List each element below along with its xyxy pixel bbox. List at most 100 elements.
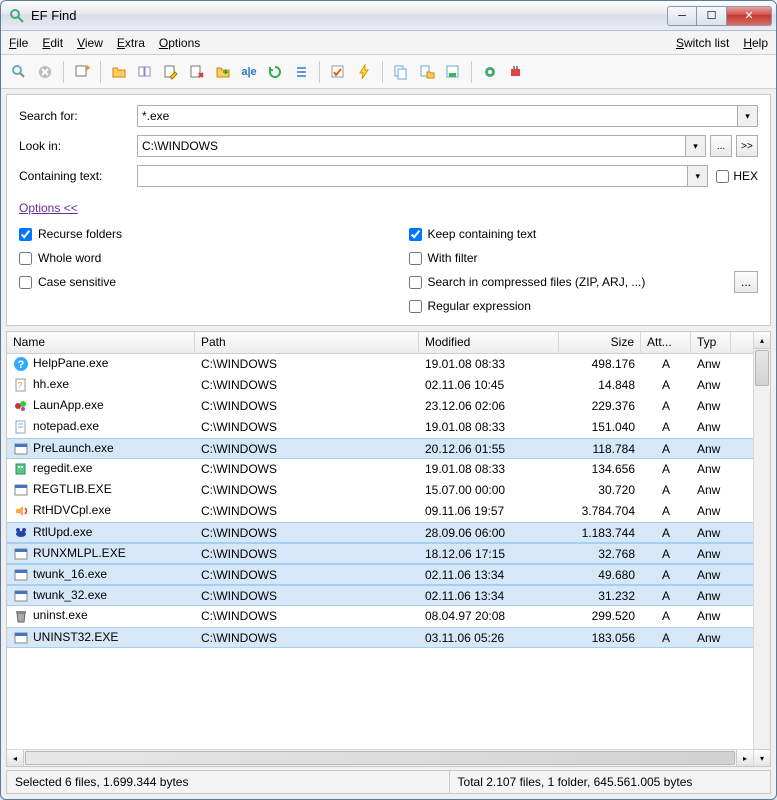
table-row[interactable]: ?HelpPane.exeC:\WINDOWS19.01.08 08:33498… <box>7 354 753 375</box>
menu-edit[interactable]: Edit <box>42 36 63 50</box>
case-label: Case sensitive <box>38 275 116 289</box>
cell-path: C:\WINDOWS <box>195 524 419 542</box>
svg-text:?: ? <box>18 359 25 371</box>
book-button[interactable] <box>133 60 157 84</box>
table-row[interactable]: uninst.exeC:\WINDOWS08.04.97 20:08299.52… <box>7 606 753 627</box>
plugin-button[interactable] <box>504 60 528 84</box>
browse-button[interactable]: ... <box>710 135 732 157</box>
maximize-button[interactable]: ☐ <box>697 6 727 26</box>
table-row[interactable]: ?hh.exeC:\WINDOWS02.11.06 10:4514.848AAn… <box>7 375 753 396</box>
col-type[interactable]: Typ <box>691 332 731 353</box>
scroll-left-button[interactable]: ◂ <box>7 750 24 766</box>
rename-button[interactable]: a|e <box>237 60 261 84</box>
hex-checkbox[interactable] <box>716 170 729 183</box>
horizontal-scrollbar[interactable]: ◂ ▸ <box>7 749 753 766</box>
regex-checkbox[interactable] <box>409 300 422 313</box>
cell-name: twunk_32.exe <box>7 586 195 606</box>
copy-folder-button[interactable] <box>415 60 439 84</box>
close-button[interactable]: ✕ <box>727 6 772 26</box>
table-row[interactable]: PreLaunch.exeC:\WINDOWS20.12.06 01:55118… <box>7 438 753 459</box>
keep-text-label: Keep containing text <box>428 227 537 241</box>
list-button[interactable] <box>289 60 313 84</box>
cell-name: RUNXMLPL.EXE <box>7 544 195 564</box>
keep-text-checkbox[interactable] <box>409 228 422 241</box>
scroll-right-button[interactable]: ▸ <box>736 750 753 766</box>
menu-options[interactable]: Options <box>159 36 200 50</box>
copy-button[interactable] <box>389 60 413 84</box>
options-toggle-link[interactable]: Options << <box>19 201 78 215</box>
menu-extra[interactable]: Extra <box>117 36 145 50</box>
table-row[interactable]: LaunApp.exeC:\WINDOWS23.12.06 02:06229.3… <box>7 396 753 417</box>
recurse-checkbox[interactable] <box>19 228 32 241</box>
table-row[interactable]: twunk_32.exeC:\WINDOWS02.11.06 13:3431.2… <box>7 585 753 606</box>
results-rows[interactable]: ?HelpPane.exeC:\WINDOWS19.01.08 08:33498… <box>7 354 753 749</box>
case-checkbox[interactable] <box>19 276 32 289</box>
table-row[interactable]: UNINST32.EXEC:\WINDOWS03.11.06 05:26183.… <box>7 627 753 648</box>
save-button[interactable] <box>441 60 465 84</box>
cell-type: Anw <box>691 481 731 499</box>
table-row[interactable]: regedit.exeC:\WINDOWS19.01.08 08:33134.6… <box>7 459 753 480</box>
menu-help[interactable]: Help <box>743 36 768 50</box>
look-in-input[interactable] <box>137 135 686 157</box>
cell-attr: A <box>641 440 691 458</box>
filter-settings-button[interactable]: ... <box>734 271 758 293</box>
containing-input[interactable] <box>137 165 688 187</box>
minimize-button[interactable]: ─ <box>667 6 697 26</box>
cell-modified: 20.12.06 01:55 <box>419 440 559 458</box>
scroll-v-thumb[interactable] <box>755 350 769 386</box>
table-row[interactable]: RtHDVCpl.exeC:\WINDOWS09.11.06 19:573.78… <box>7 501 753 522</box>
cell-type: Anw <box>691 566 731 584</box>
recurse-label: Recurse folders <box>38 227 122 241</box>
containing-dropdown[interactable]: ▾ <box>688 165 708 187</box>
lightning-button[interactable] <box>352 60 376 84</box>
menu-switch-list[interactable]: Switch list <box>676 36 729 50</box>
table-row[interactable]: RUNXMLPL.EXEC:\WINDOWS18.12.06 17:1532.7… <box>7 543 753 564</box>
cell-modified: 02.11.06 13:34 <box>419 566 559 584</box>
cell-path: C:\WINDOWS <box>195 376 419 394</box>
cell-attr: A <box>641 355 691 373</box>
titlebar[interactable]: EF Find ─ ☐ ✕ <box>1 1 776 31</box>
cell-path: C:\WINDOWS <box>195 607 419 625</box>
cell-type: Anw <box>691 418 731 436</box>
export-button[interactable] <box>211 60 235 84</box>
search-button[interactable] <box>7 60 31 84</box>
table-row[interactable]: notepad.exeC:\WINDOWS19.01.08 08:33151.0… <box>7 417 753 438</box>
compressed-checkbox[interactable] <box>409 276 422 289</box>
file-icon: ? <box>13 377 29 393</box>
col-size[interactable]: Size <box>559 332 641 353</box>
vertical-scrollbar[interactable]: ▴ ▾ <box>753 332 770 766</box>
scroll-down-button[interactable]: ▾ <box>754 749 770 766</box>
table-row[interactable]: twunk_16.exeC:\WINDOWS02.11.06 13:3449.6… <box>7 564 753 585</box>
scroll-h-thumb[interactable] <box>25 751 735 765</box>
cell-attr: A <box>641 397 691 415</box>
edit-button[interactable] <box>159 60 183 84</box>
with-filter-checkbox[interactable] <box>409 252 422 265</box>
whole-word-checkbox[interactable] <box>19 252 32 265</box>
menu-file[interactable]: File <box>9 36 28 50</box>
add-path-button[interactable]: >> <box>736 135 758 157</box>
cell-size: 32.768 <box>559 545 641 563</box>
check-button[interactable] <box>326 60 350 84</box>
cell-type: Anw <box>691 355 731 373</box>
search-for-dropdown[interactable]: ▾ <box>738 105 758 127</box>
settings-button[interactable] <box>478 60 502 84</box>
scroll-up-button[interactable]: ▴ <box>754 332 770 349</box>
col-attr[interactable]: Att... <box>641 332 691 353</box>
new-search-button[interactable]: ✶ <box>70 60 94 84</box>
delete-button[interactable] <box>185 60 209 84</box>
col-modified[interactable]: Modified <box>419 332 559 353</box>
cell-modified: 15.07.00 00:00 <box>419 481 559 499</box>
table-row[interactable]: RtlUpd.exeC:\WINDOWS28.09.06 06:001.183.… <box>7 522 753 543</box>
folder-button[interactable] <box>107 60 131 84</box>
look-in-dropdown[interactable]: ▾ <box>686 135 706 157</box>
col-name[interactable]: Name <box>7 332 195 353</box>
menu-view[interactable]: View <box>77 36 103 50</box>
refresh-button[interactable] <box>263 60 287 84</box>
cell-size: 299.520 <box>559 607 641 625</box>
search-for-input[interactable] <box>137 105 738 127</box>
cell-attr: A <box>641 607 691 625</box>
stop-button[interactable] <box>33 60 57 84</box>
cell-attr: A <box>641 376 691 394</box>
col-path[interactable]: Path <box>195 332 419 353</box>
table-row[interactable]: REGTLIB.EXEC:\WINDOWS15.07.00 00:0030.72… <box>7 480 753 501</box>
